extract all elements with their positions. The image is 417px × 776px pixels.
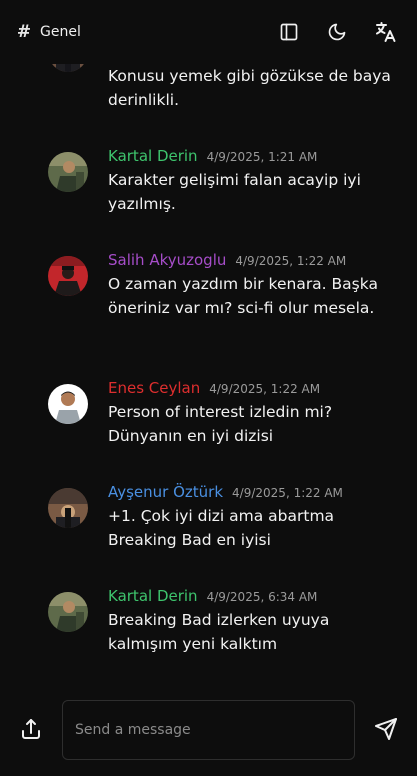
message-item: Kartal Derin 4/9/2025, 6:34 AM Breaking … [48,584,393,656]
chat-app: Konusu yemek gibi gözükse de baya derinl… [0,0,417,776]
message-text: Konusu yemek gibi gözükse de baya derinl… [108,67,391,109]
message-author[interactable]: Kartal Derin [108,584,198,608]
translate-icon [376,22,396,42]
moon-icon [328,23,346,41]
message-item: Salih Akyuzoglu 4/9/2025, 1:22 AM O zama… [48,248,393,320]
upload-button[interactable] [19,717,43,741]
avatar[interactable] [48,488,88,528]
message-timestamp: 4/9/2025, 1:22 AM [235,254,347,268]
avatar[interactable] [48,592,88,632]
top-bar: # Genel [0,0,417,64]
avatar[interactable] [48,152,88,192]
message-text: Karakter gelişimi falan acayip iyi yazıl… [108,171,361,213]
avatar[interactable] [48,384,88,424]
message-timestamp: 4/9/2025, 1:22 AM [232,486,343,500]
sidebar-toggle-icon [280,23,298,41]
send-button[interactable] [374,717,398,741]
language-button[interactable] [373,20,397,44]
message-timestamp: 4/9/2025, 1:21 AM [206,150,318,164]
message-timestamp: 4/9/2025, 6:34 AM [206,590,318,604]
message-timestamp: 4/9/2025, 1:22 AM [209,382,321,396]
message-author[interactable]: Ayşenur Öztürk [108,480,223,504]
message-author[interactable]: Salih Akyuzoglu [108,248,226,272]
upload-icon [22,719,40,739]
send-icon [375,718,397,740]
sidebar-toggle-button[interactable] [277,20,301,44]
message-item: Kartal Derin 4/9/2025, 1:21 AM Karakter … [48,144,393,216]
message-author[interactable]: Enes Ceylan [108,376,200,400]
message-text: O zaman yazdım bir kenara. Başka önerini… [108,275,378,317]
message-text: Person of interest izledin mi? Dünyanın … [108,403,333,445]
message-list: Konusu yemek gibi gözükse de baya derinl… [0,0,417,686]
avatar[interactable] [48,256,88,296]
channel-name: Genel [40,24,81,40]
message-text: Breaking Bad izlerken uyuya kalmışım yen… [108,611,330,653]
channel-title: # Genel [16,22,81,42]
message-author[interactable]: Kartal Derin [108,144,198,168]
message-text: +1. Çok iyi dizi ama abartma Breaking Ba… [108,507,335,549]
message-item: Ayşenur Öztürk 4/9/2025, 1:22 AM +1. Çok… [48,480,393,552]
message-composer [0,686,417,776]
theme-toggle-button[interactable] [325,20,349,44]
message-input[interactable] [62,700,355,760]
message-item: Enes Ceylan 4/9/2025, 1:22 AM Person of … [48,376,393,448]
hash-icon: # [16,22,32,42]
